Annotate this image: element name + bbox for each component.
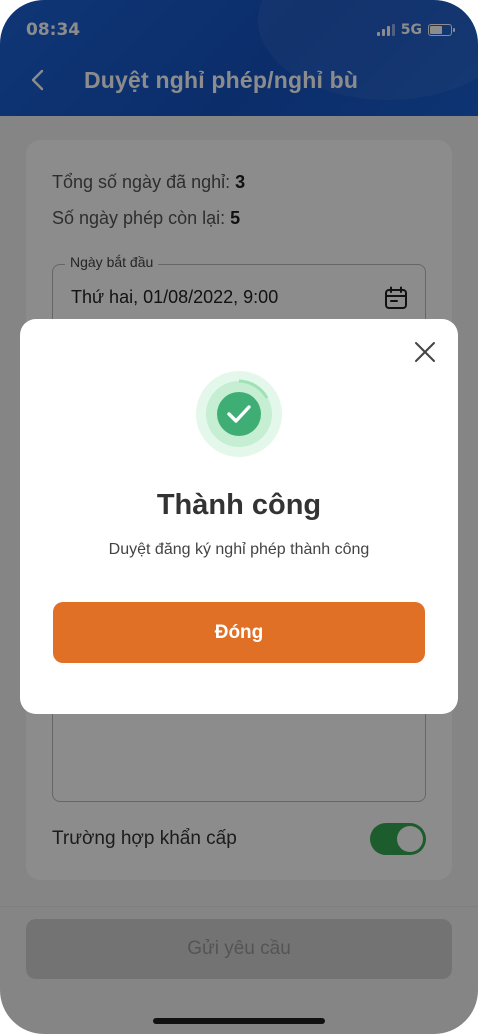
success-modal: Thành công Duyệt đăng ký nghỉ phép thành… [20,319,458,714]
success-badge [196,371,282,457]
phone-screen: 08:34 5G Duyệt nghỉ phép/nghỉ bù Tổng số… [0,0,478,1034]
modal-title: Thành công [156,489,322,521]
close-icon[interactable] [414,341,436,363]
modal-message: Duyệt đăng ký nghỉ phép thành công [108,541,370,558]
close-button[interactable]: Đóng [53,602,425,663]
home-indicator [153,1018,325,1024]
